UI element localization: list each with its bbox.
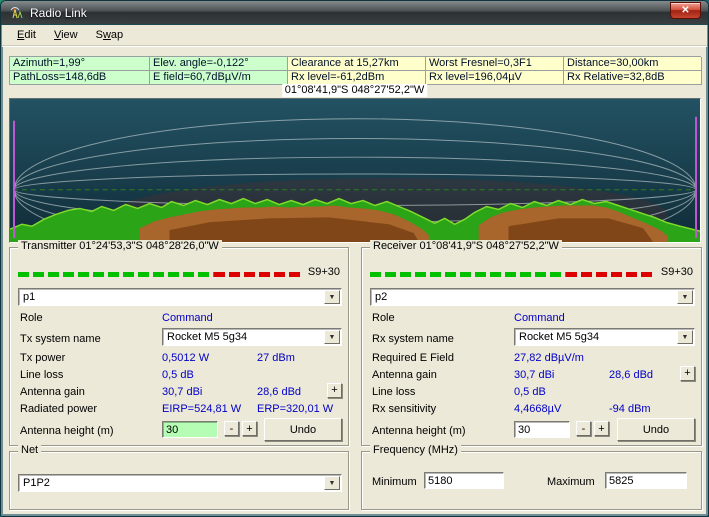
net-panel: Net P1P2 ▼ [9, 451, 349, 510]
info-clearance: Clearance at 15,27km [288, 57, 426, 71]
rx-sensitivity-dbm: -94 dBm [609, 403, 651, 415]
tx-height-label: Antenna height (m) [20, 425, 114, 437]
tx-meter-green-segment [18, 272, 214, 277]
frequency-max-label: Maximum [547, 476, 595, 488]
frequency-panel: Frequency (MHz) Minimum Maximum [361, 451, 702, 510]
net-title: Net [18, 444, 41, 456]
rx-role-label: Role [372, 312, 395, 324]
rx-role-value: Command [514, 312, 565, 324]
tx-signal-meter [18, 272, 304, 277]
close-button[interactable]: ✕ [670, 2, 701, 19]
rx-height-plus-button[interactable]: + [594, 421, 609, 436]
tx-undo-button[interactable]: Undo [264, 418, 342, 441]
info-rx-relative: Rx Relative=32,8dB [564, 71, 702, 85]
info-rx-level-dbm: Rx level=-61,2dBm [288, 71, 426, 85]
rx-smeter-value: S9+30 [661, 266, 693, 278]
tx-power-watts: 0,5012 W [162, 352, 209, 364]
tx-radiated-label: Radiated power [20, 403, 97, 415]
app-icon [9, 5, 24, 20]
tx-power-dbm: 27 dBm [257, 352, 295, 364]
rx-efield-value: 27,82 dBµV/m [514, 352, 584, 364]
rx-antenna-height-input[interactable] [514, 421, 570, 438]
rx-sensitivity-uv: 4,4668µV [514, 403, 561, 415]
title-bar[interactable]: Radio Link ✕ [1, 1, 708, 25]
tx-role-label: Role [20, 312, 43, 324]
terrain-profile-svg [10, 99, 700, 242]
frequency-max-input[interactable] [605, 472, 687, 489]
rx-system-label: Rx system name [372, 333, 454, 345]
tx-antenna-height-input[interactable] [162, 421, 218, 438]
tx-gain-label: Antenna gain [20, 386, 85, 398]
info-e-field: E field=60,7dBµV/m [150, 71, 288, 85]
tx-line-loss-value: 0,5 dB [162, 369, 194, 381]
info-worst-fresnel: Worst Fresnel=0,3F1 [426, 57, 564, 71]
tx-gain-dbd: 28,6 dBd [257, 386, 301, 398]
rx-line-loss-label: Line loss [372, 386, 415, 398]
receiver-panel: Receiver 01°08'41,9"S 048°27'52,2"W S9+3… [361, 247, 702, 446]
receiver-title: Receiver 01°08'41,9"S 048°27'52,2"W [370, 240, 562, 252]
tx-line-loss-label: Line loss [20, 369, 63, 381]
info-pathloss: PathLoss=148,6dB [10, 71, 150, 85]
rx-signal-meter [370, 272, 656, 277]
frequency-title: Frequency (MHz) [370, 444, 461, 456]
menu-item-edit[interactable]: Edit [8, 26, 45, 44]
rx-undo-button[interactable]: Undo [617, 418, 695, 441]
rx-gain-label: Antenna gain [372, 369, 437, 381]
tx-meter-red-segment [214, 272, 304, 277]
menu-item-view[interactable]: View [45, 26, 87, 44]
tx-system-label: Tx system name [20, 333, 101, 345]
rx-system-combo[interactable]: Rocket M5 5g34 ▼ [514, 328, 695, 346]
info-elev-angle: Elev. angle=-0,122° [150, 57, 288, 71]
menu-bar: Edit View Swap [2, 25, 707, 46]
rx-unit-combo[interactable]: p2 ▼ [370, 288, 695, 306]
profile-chart [9, 98, 701, 243]
net-combo[interactable]: P1P2 ▼ [18, 474, 342, 492]
transmitter-title: Transmitter 01°24'53,3"S 048°28'26,0"W [18, 240, 222, 252]
rx-line-loss-value: 0,5 dB [514, 386, 546, 398]
info-azimuth: Azimuth=1,99° [10, 57, 150, 71]
transmitter-panel: Transmitter 01°24'53,3"S 048°28'26,0"W S… [9, 247, 349, 446]
tx-height-plus-button[interactable]: + [242, 421, 257, 436]
frequency-min-input[interactable] [424, 472, 504, 489]
cursor-coordinates: 01°08'41,9"S 048°27'52,2"W [282, 84, 427, 97]
rx-efield-label: Required E Field [372, 352, 454, 364]
tx-unit-combo[interactable]: p1 ▼ [18, 288, 342, 306]
rx-meter-red-segment [566, 272, 656, 277]
menu-item-swap[interactable]: Swap [87, 26, 133, 44]
tx-smeter-value: S9+30 [308, 266, 340, 278]
tx-erp-value: ERP=320,01 W [257, 403, 333, 415]
tx-height-minus-button[interactable]: - [224, 421, 239, 436]
tx-role-value: Command [162, 312, 213, 324]
chevron-down-icon[interactable]: ▼ [324, 330, 340, 344]
rx-sensitivity-label: Rx sensitivity [372, 403, 436, 415]
rx-gain-plus-button[interactable]: + [680, 366, 695, 381]
radio-link-window: Radio Link ✕ Edit View Swap Azimuth=1,99… [0, 0, 709, 517]
tx-gain-dbi: 30,7 dBi [162, 386, 202, 398]
rx-height-minus-button[interactable]: - [576, 421, 591, 436]
window-title: Radio Link [30, 6, 87, 20]
info-rx-level-uv: Rx level=196,04µV [426, 71, 564, 85]
tx-gain-plus-button[interactable]: + [327, 383, 342, 398]
frequency-min-label: Minimum [372, 476, 417, 488]
rx-height-label: Antenna height (m) [372, 425, 466, 437]
info-distance: Distance=30,00km [564, 57, 702, 71]
rx-meter-green-segment [370, 272, 566, 277]
rx-gain-dbd: 28,6 dBd [609, 369, 653, 381]
chevron-down-icon[interactable]: ▼ [324, 290, 340, 304]
chevron-down-icon[interactable]: ▼ [677, 290, 693, 304]
tx-power-label: Tx power [20, 352, 65, 364]
rx-gain-dbi: 30,7 dBi [514, 369, 554, 381]
tx-system-combo[interactable]: Rocket M5 5g34 ▼ [162, 328, 342, 346]
chevron-down-icon[interactable]: ▼ [677, 330, 693, 344]
tx-eirp-value: EIRP=524,81 W [162, 403, 241, 415]
chevron-down-icon[interactable]: ▼ [324, 476, 340, 490]
link-info-grid: Azimuth=1,99° Elev. angle=-0,122° Cleara… [9, 56, 701, 85]
